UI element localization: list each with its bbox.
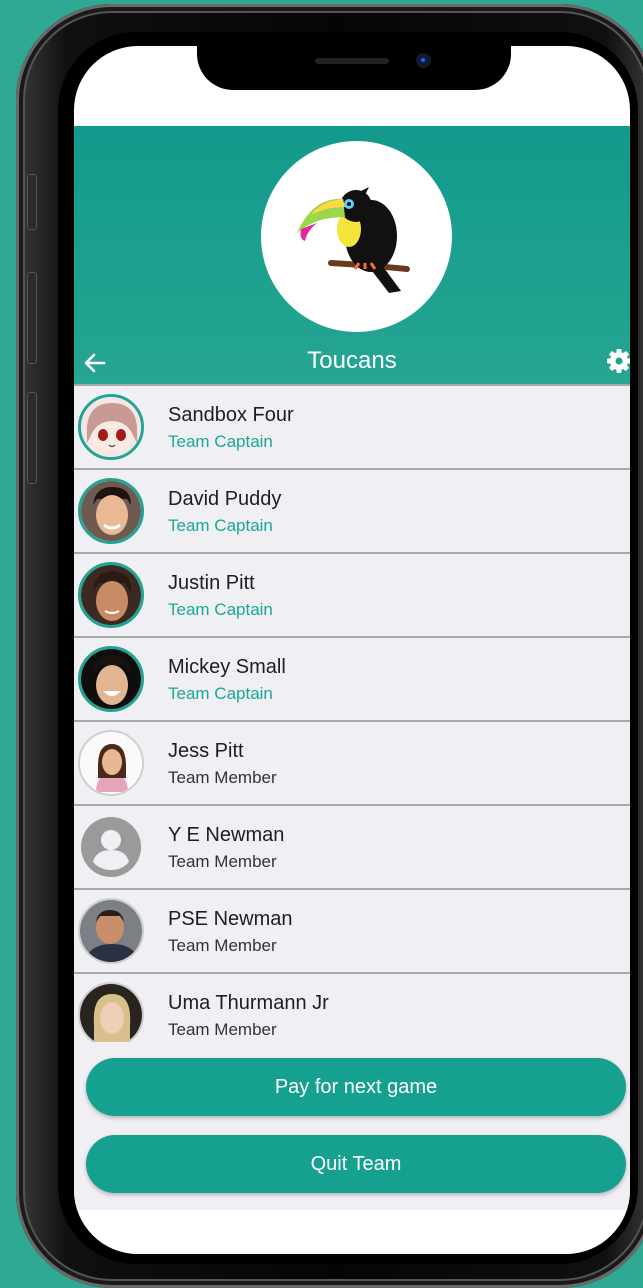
phone-frame: Toucans Sandbox Four Team Captain David … (16, 4, 643, 1288)
list-item[interactable]: Y E Newman Team Member (74, 804, 630, 888)
avatar (78, 730, 144, 796)
notch (197, 46, 511, 90)
action-area: Pay for next game Quit Team (74, 1042, 630, 1210)
member-role: Team Captain (168, 516, 273, 535)
avatar (78, 478, 144, 544)
member-name: PSE Newman (168, 908, 293, 930)
list-item[interactable]: Mickey Small Team Captain (74, 636, 630, 720)
member-list[interactable]: Sandbox Four Team Captain David Puddy Te… (74, 384, 630, 1042)
avatar (78, 982, 144, 1042)
member-role: Team Member (168, 1020, 277, 1039)
gear-icon[interactable] (604, 346, 630, 376)
front-camera (418, 55, 429, 66)
home-indicator-area (74, 1210, 630, 1254)
phone-screen: Toucans Sandbox Four Team Captain David … (58, 32, 638, 1264)
list-item[interactable]: Jess Pitt Team Member (74, 720, 630, 804)
list-item[interactable]: Uma Thurmann Jr Team Member (74, 972, 630, 1042)
member-role: Team Captain (168, 684, 273, 703)
speaker (315, 58, 389, 64)
member-role: Team Captain (168, 432, 273, 451)
volume-down-button (27, 392, 37, 484)
member-name: Y E Newman (168, 824, 285, 846)
list-item[interactable]: David Puddy Team Captain (74, 468, 630, 552)
member-name: Jess Pitt (168, 740, 244, 762)
member-name: David Puddy (168, 488, 282, 510)
mute-switch (27, 174, 37, 230)
avatar (78, 394, 144, 460)
avatar (78, 898, 144, 964)
list-item[interactable]: Sandbox Four Team Captain (74, 384, 630, 468)
member-name: Sandbox Four (168, 404, 294, 426)
nav-bar: Toucans (74, 340, 630, 384)
avatar (78, 562, 144, 628)
member-role: Team Captain (168, 600, 273, 619)
member-name: Uma Thurmann Jr (168, 992, 329, 1014)
toucan-logo-icon (297, 187, 410, 293)
quit-team-button[interactable]: Quit Team (86, 1135, 626, 1193)
volume-up-button (27, 272, 37, 364)
pay-button[interactable]: Pay for next game (86, 1058, 626, 1116)
member-name: Justin Pitt (168, 572, 255, 594)
page-title: Toucans (307, 347, 397, 374)
list-item[interactable]: Justin Pitt Team Captain (74, 552, 630, 636)
member-role: Team Member (168, 768, 277, 787)
member-role: Team Member (168, 936, 277, 955)
list-item[interactable]: PSE Newman Team Member (74, 888, 630, 972)
app-screen: Toucans Sandbox Four Team Captain David … (74, 46, 630, 1254)
member-role: Team Member (168, 852, 277, 871)
avatar (78, 646, 144, 712)
member-name: Mickey Small (168, 656, 286, 678)
team-header: Toucans (74, 126, 630, 384)
default-user-icon (81, 817, 141, 877)
team-logo (261, 141, 452, 332)
